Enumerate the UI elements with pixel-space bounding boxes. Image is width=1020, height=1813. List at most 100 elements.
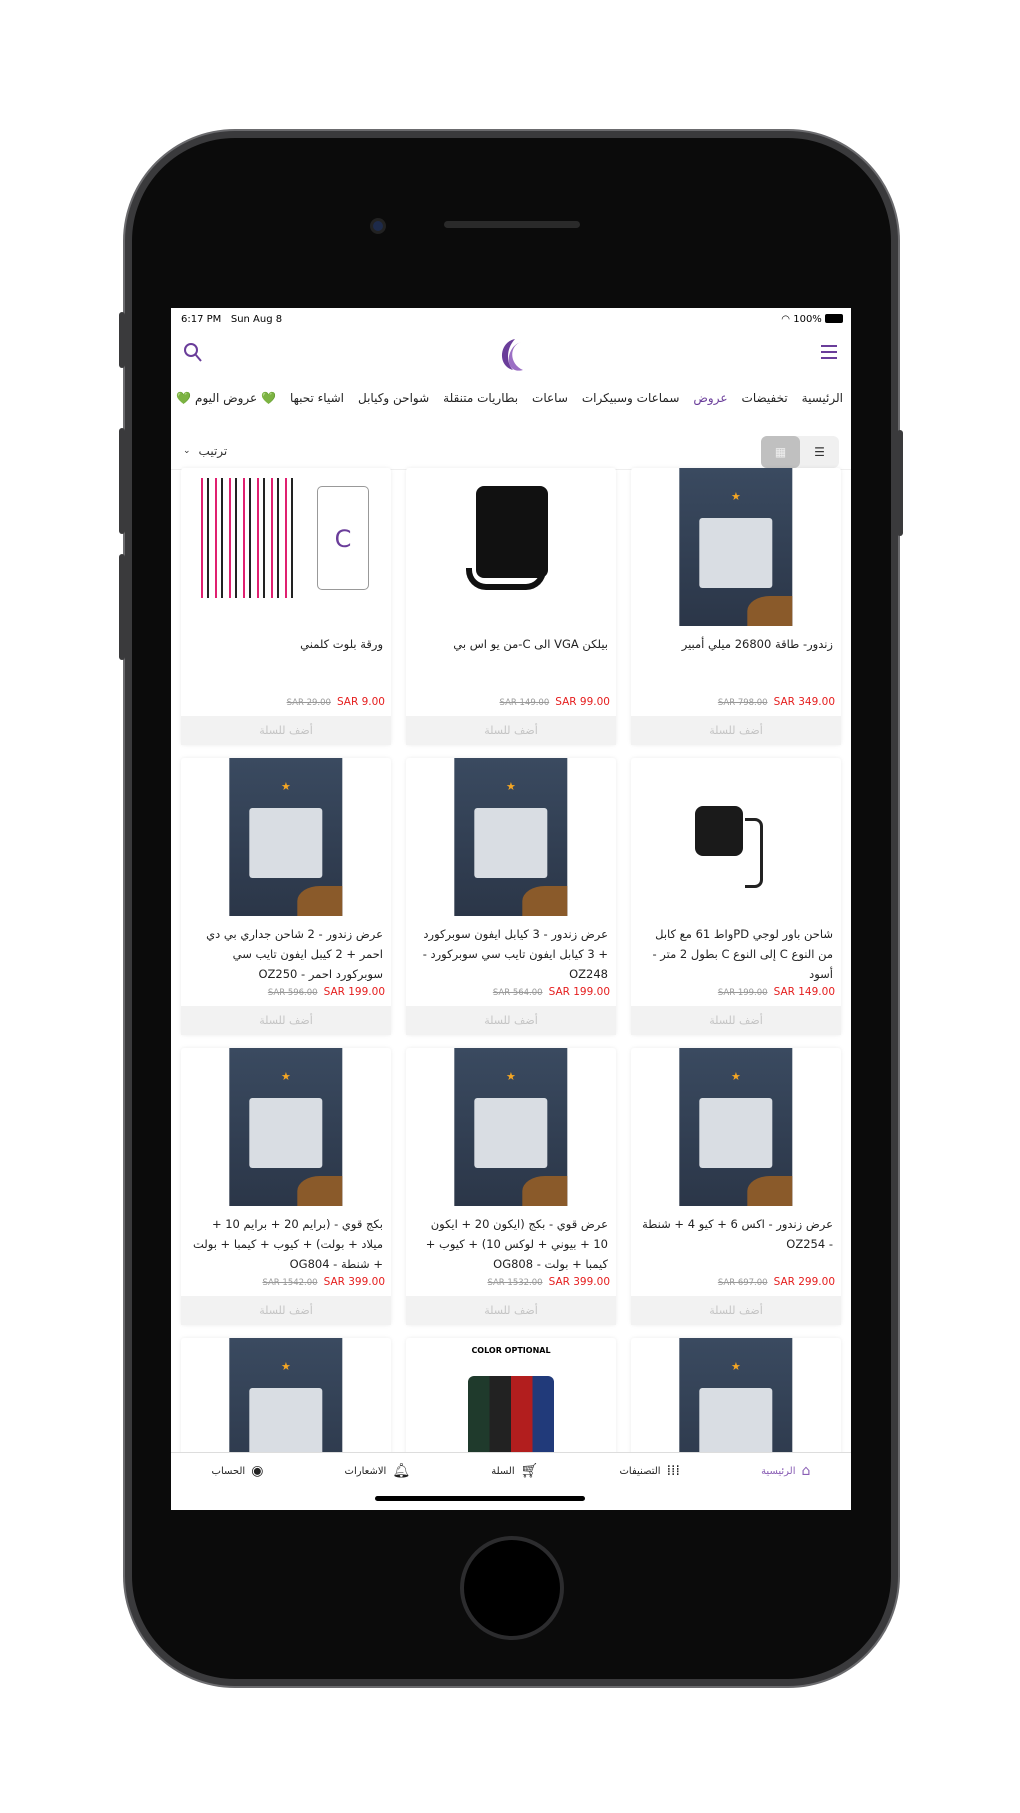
product-image bbox=[695, 806, 743, 856]
tab-category[interactable]: 💚 عروض اليوم 💚 bbox=[176, 387, 276, 409]
speaker bbox=[444, 221, 580, 228]
store-icon: ⌂ bbox=[801, 1463, 811, 1479]
product-card[interactable]: C ورقة بلوت كلمني SAR 9.00 SAR 29.00 أضف للس… bbox=[181, 468, 391, 745]
nav-label: التصنيفات bbox=[619, 1466, 661, 1477]
product-card[interactable]: بيلكن VGA الى C-من يو اس بي SAR 99.00 SAR … bbox=[406, 468, 616, 745]
product-card[interactable]: ★ عرض زندور - 3 كيابل ايفون سوبركورد + 3 … bbox=[406, 758, 616, 1035]
tab-category[interactable]: عروض bbox=[693, 387, 727, 409]
product-title[interactable]: عرض زندور - 2 شاحن جداري بي دي احمر + 2 … bbox=[181, 916, 391, 981]
battery-icon bbox=[825, 314, 843, 323]
tab-category[interactable]: اشياء تحبها bbox=[290, 387, 344, 409]
product-title[interactable]: بكج قوي - (برايم 20 + برايم 10 + ميلاد +… bbox=[181, 1206, 391, 1271]
sale-price: SAR 9.00 bbox=[336, 696, 385, 708]
product-card[interactable]: ★ زندور- طاقة 26800 ميلي أمبير SAR 349.00 S… bbox=[631, 468, 841, 745]
sale-price: SAR 299.00 bbox=[773, 1276, 835, 1288]
home-button[interactable] bbox=[460, 1536, 564, 1640]
add-to-cart-button[interactable]: أضف للسلة bbox=[406, 1006, 616, 1035]
product-card[interactable]: شاحن باور لوجي PDواط 61 مع كابل من النوع… bbox=[631, 758, 841, 1035]
product-image: ★ bbox=[454, 758, 568, 916]
product-card[interactable]: ★ عرض قوي - بكج (ايكون 20 + ايكون 10 + بي… bbox=[406, 1048, 616, 1325]
add-to-cart-button[interactable]: أضف للسلة bbox=[406, 1296, 616, 1325]
app-header bbox=[171, 330, 851, 380]
product-card[interactable]: ★ بكج قوي - (برايم 20 + برايم 10 + ميلاد … bbox=[181, 1048, 391, 1325]
sort-dropdown[interactable]: ⌄ ترتيب bbox=[183, 444, 227, 458]
product-title[interactable]: زندور- طاقة 26800 ميلي أمبير bbox=[631, 626, 841, 690]
nav-label: السلة bbox=[491, 1466, 515, 1477]
nav-label: الحساب bbox=[211, 1466, 246, 1477]
tab-category[interactable]: تخفيضات bbox=[742, 387, 788, 409]
product-price: SAR 199.00 SAR 596.00 bbox=[268, 986, 385, 998]
product-image: ★ bbox=[679, 1048, 793, 1206]
mute-switch bbox=[119, 312, 125, 368]
bell-icon: 🔔︎ bbox=[392, 1463, 411, 1479]
product-title[interactable]: عرض زندور - اكس 6 + كيو 4 + شنطة - OZ254 bbox=[631, 1206, 841, 1270]
add-to-cart-button[interactable]: أضف للسلة bbox=[631, 1006, 841, 1035]
original-price: SAR 564.00 bbox=[492, 988, 543, 998]
camera bbox=[370, 218, 386, 234]
product-image: ★ bbox=[229, 758, 343, 916]
product-price: SAR 149.00 SAR 199.00 bbox=[718, 986, 835, 998]
sale-price: SAR 399.00 bbox=[323, 1276, 385, 1288]
nav-item[interactable]: ⁞⁞⁞ التصنيفات bbox=[620, 1463, 680, 1510]
hamburger-icon[interactable] bbox=[821, 344, 837, 360]
original-price: SAR 697.00 bbox=[717, 1278, 768, 1288]
product-image-area[interactable] bbox=[406, 468, 616, 626]
product-image: ★ bbox=[454, 1048, 568, 1206]
search-icon[interactable] bbox=[183, 342, 203, 364]
cart-icon: 🛒︎ bbox=[520, 1463, 539, 1479]
view-toggle: ▦ ☰ bbox=[761, 436, 839, 468]
tab-category[interactable]: الرئيسية bbox=[802, 387, 843, 409]
product-image-area[interactable]: C bbox=[181, 468, 391, 626]
nav-item[interactable]: ◉ الحساب bbox=[212, 1463, 264, 1510]
add-to-cart-button[interactable]: أضف للسلة bbox=[181, 716, 391, 745]
volume-up-button bbox=[119, 428, 125, 534]
product-title[interactable]: ورقة بلوت كلمني bbox=[181, 626, 391, 690]
product-title[interactable]: عرض زندور - 3 كيابل ايفون سوبركورد + 3 ك… bbox=[406, 916, 616, 981]
product-card[interactable]: ★ عرض زندور - اكس 6 + كيو 4 + شنطة - OZ25… bbox=[631, 1048, 841, 1325]
add-to-cart-button[interactable]: أضف للسلة bbox=[631, 1296, 841, 1325]
product-price: SAR 9.00 SAR 29.00 bbox=[287, 696, 385, 708]
tab-category[interactable]: سماعات وسبيكرات bbox=[582, 387, 680, 409]
product-card[interactable]: ★ عرض زندور - 2 شاحن جداري بي دي احمر + 2… bbox=[181, 758, 391, 1035]
product-image-area[interactable]: ★ bbox=[406, 1048, 616, 1206]
product-title[interactable]: عرض قوي - بكج (ايكون 20 + ايكون 10 + بيو… bbox=[406, 1206, 616, 1271]
bottom-nav: ⌂ الرئيسية ⁞⁞⁞ التصنيفات 🛒︎ السلة 🔔︎ الاشعارات ◉… bbox=[171, 1452, 851, 1510]
add-to-cart-button[interactable]: أضف للسلة bbox=[181, 1006, 391, 1035]
product-price: SAR 199.00 SAR 564.00 bbox=[493, 986, 610, 998]
nav-item[interactable]: ⌂ الرئيسية bbox=[761, 1463, 810, 1510]
product-image-area[interactable]: ★ bbox=[181, 1048, 391, 1206]
sale-price: SAR 149.00 bbox=[773, 986, 835, 998]
add-to-cart-button[interactable]: أضف للسلة bbox=[406, 716, 616, 745]
status-bar: 6:17 PM Sun Aug 8 ◠ 100% bbox=[171, 308, 851, 330]
original-price: SAR 1532.00 bbox=[487, 1278, 543, 1288]
product-image-area[interactable]: ★ bbox=[631, 1048, 841, 1206]
add-to-cart-button[interactable]: أضف للسلة bbox=[631, 716, 841, 745]
product-image-area[interactable]: ★ bbox=[406, 758, 616, 916]
original-price: SAR 596.00 bbox=[267, 988, 318, 998]
original-price: SAR 29.00 bbox=[286, 698, 331, 708]
power-button bbox=[897, 430, 903, 536]
brand-logo[interactable] bbox=[493, 336, 529, 374]
list-view-button[interactable]: ☰ bbox=[800, 436, 839, 468]
add-to-cart-button[interactable]: أضف للسلة bbox=[181, 1296, 391, 1325]
product-grid: ★ زندور- طاقة 26800 ميلي أمبير SAR 349.00 S… bbox=[181, 468, 841, 1510]
grid-view-button[interactable]: ▦ bbox=[761, 436, 800, 468]
product-price: SAR 349.00 SAR 798.00 bbox=[718, 696, 835, 708]
original-price: SAR 149.00 bbox=[499, 698, 550, 708]
volume-down-button bbox=[119, 554, 125, 660]
product-image-area[interactable] bbox=[631, 758, 841, 916]
product-image-area[interactable]: ★ bbox=[181, 758, 391, 916]
product-image: ★ bbox=[679, 468, 793, 626]
nav-item[interactable]: 🛒︎ السلة bbox=[491, 1463, 538, 1510]
status-time: 6:17 PM Sun Aug 8 bbox=[181, 313, 283, 325]
sale-price: SAR 349.00 bbox=[773, 696, 835, 708]
nav-item[interactable]: 🔔︎ الاشعارات bbox=[345, 1463, 411, 1510]
product-image-area[interactable]: ★ bbox=[631, 468, 841, 626]
tab-category[interactable]: بطاريات متنقلة bbox=[443, 387, 518, 409]
sort-label: ترتيب bbox=[198, 444, 228, 458]
original-price: SAR 199.00 bbox=[717, 988, 768, 998]
product-title[interactable]: شاحن باور لوجي PDواط 61 مع كابل من النوع… bbox=[631, 916, 841, 981]
product-title[interactable]: بيلكن VGA الى C-من يو اس بي bbox=[406, 626, 616, 690]
tab-category[interactable]: ساعات bbox=[532, 387, 568, 409]
tab-category[interactable]: شواحن وكيابل bbox=[358, 387, 429, 409]
